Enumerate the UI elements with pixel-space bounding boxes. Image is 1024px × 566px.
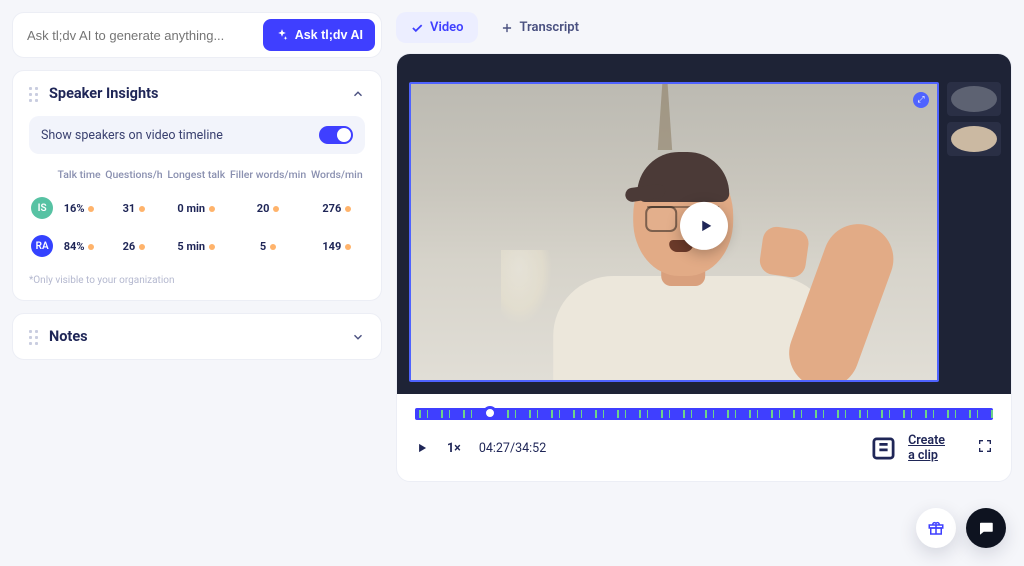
playback-time: 04:27/34:52 [479, 441, 546, 456]
sparkle-icon [275, 28, 289, 42]
video-player[interactable]: ⤢ [397, 54, 1011, 394]
chevron-down-icon [351, 330, 365, 344]
notes-panel: Notes [12, 313, 382, 360]
ask-ai-button[interactable]: Ask tl;dv AI [263, 19, 375, 51]
timeline-speakers-toggle[interactable] [319, 126, 353, 144]
speaker-stats-table: Talk time Questions/h Longest talk Fille… [29, 164, 365, 265]
participant-thumbnails [947, 82, 1001, 156]
chevron-up-icon [351, 87, 365, 101]
video-main-feed: ⤢ [409, 82, 939, 382]
notes-header[interactable]: Notes [13, 314, 381, 359]
chat-icon [977, 519, 995, 537]
fullscreen-icon [977, 438, 993, 454]
speaker-insights-title: Speaker Insights [49, 85, 341, 102]
video-card: ⤢ 1× 04:27/34:52 [396, 53, 1012, 482]
col-filler: Filler words/min [228, 164, 309, 189]
video-controls: 1× 04:27/34:52 Create a clip [397, 420, 1011, 481]
gift-button[interactable] [916, 508, 956, 548]
expand-icon[interactable]: ⤢ [913, 92, 929, 108]
speaker-insights-panel: Speaker Insights Show speakers on video … [12, 70, 382, 301]
table-row: IS 16% 31 0 min 20 276 [29, 189, 365, 227]
col-talk-time: Talk time [55, 164, 103, 189]
chat-button[interactable] [966, 508, 1006, 548]
avatar: IS [31, 197, 53, 219]
col-wpm: Words/min [309, 164, 365, 189]
col-longest: Longest talk [165, 164, 228, 189]
timeline-speakers-toggle-row: Show speakers on video timeline [29, 116, 365, 154]
tab-video[interactable]: Video [396, 12, 478, 43]
video-timeline[interactable] [397, 394, 1011, 420]
participant-thumb[interactable] [947, 82, 1001, 116]
speaker-insights-header[interactable]: Speaker Insights [13, 71, 381, 116]
participant-thumb[interactable] [947, 122, 1001, 156]
ask-ai-label: Ask tl;dv AI [295, 28, 363, 42]
view-tabs: Video Transcript [396, 12, 1012, 43]
col-questions: Questions/h [103, 164, 165, 189]
gift-icon [927, 519, 945, 537]
clip-icon [867, 432, 900, 465]
plus-icon [500, 21, 514, 35]
ai-prompt-bar: Ask tl;dv AI [12, 12, 382, 58]
fullscreen-button[interactable] [977, 438, 993, 458]
play-small-icon[interactable] [415, 441, 429, 455]
avatar: RA [31, 235, 53, 257]
drag-handle-icon[interactable] [29, 87, 39, 101]
drag-handle-icon[interactable] [29, 330, 39, 344]
ai-prompt-input[interactable] [27, 28, 255, 43]
play-icon [697, 217, 715, 235]
tab-transcript[interactable]: Transcript [486, 12, 593, 43]
timeline-speakers-label: Show speakers on video timeline [41, 128, 223, 143]
table-row: RA 84% 26 5 min 5 149 [29, 227, 365, 265]
check-icon [410, 21, 424, 35]
create-clip-button[interactable]: Create a clip [867, 432, 945, 465]
speaker-footnote: *Only visible to your organization [29, 275, 365, 286]
timeline-scrubber[interactable] [483, 406, 497, 420]
playback-speed[interactable]: 1× [447, 441, 461, 456]
notes-title: Notes [49, 328, 341, 345]
play-button[interactable] [680, 202, 728, 250]
